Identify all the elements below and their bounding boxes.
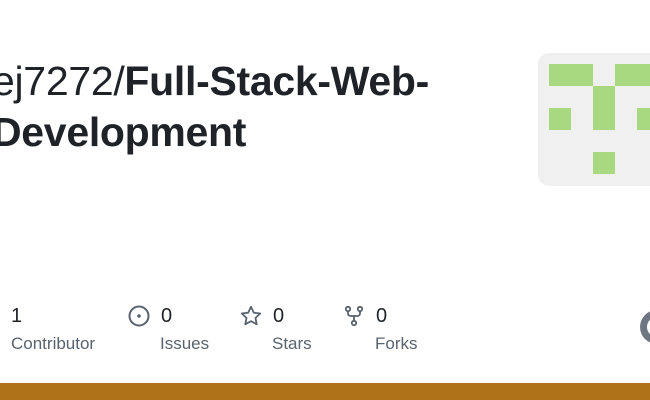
star-icon xyxy=(239,304,263,328)
contributors-label: Contributor xyxy=(11,334,96,353)
contributors-count: 1 xyxy=(11,304,23,327)
stat-forks[interactable]: 0 Forks xyxy=(342,302,418,354)
repo-title[interactable]: ej7272/Full-Stack-Web- Development xyxy=(0,56,512,158)
repo-stats: 1 Contributor 0 Issues 0 Stars 0 Forks xyxy=(0,302,650,362)
forks-label: Forks xyxy=(375,334,418,353)
avatar-pixel xyxy=(615,64,650,86)
repo-name-part-2[interactable]: Development xyxy=(0,107,512,158)
stat-row: 0 xyxy=(239,302,312,330)
repo-forked-icon xyxy=(342,304,366,328)
stat-contributors[interactable]: 1 Contributor xyxy=(11,302,95,354)
issues-label: Issues xyxy=(160,334,210,353)
stat-stars[interactable]: 0 Stars xyxy=(239,302,312,354)
avatar-pixel xyxy=(593,152,615,174)
repo-name-part-1[interactable]: Full-Stack-Web- xyxy=(124,58,429,104)
issues-count: 0 xyxy=(161,304,173,327)
stat-row: 0 xyxy=(342,302,418,330)
issue-opened-icon xyxy=(127,304,151,328)
avatar-pixel xyxy=(593,108,615,130)
avatar-pixel xyxy=(593,86,615,108)
avatar-pixel xyxy=(549,64,571,86)
repo-owner[interactable]: ej7272 xyxy=(0,58,114,104)
stars-count: 0 xyxy=(273,304,285,327)
repo-separator: / xyxy=(113,58,125,104)
stat-row: 1 xyxy=(11,302,95,330)
stat-issues[interactable]: 0 Issues xyxy=(127,302,209,354)
avatar-pixel xyxy=(549,108,571,130)
avatar-pixel xyxy=(571,64,593,86)
avatar-pixel xyxy=(637,108,650,130)
repo-title-line-1: ej7272/Full-Stack-Web- xyxy=(0,56,512,107)
forks-count: 0 xyxy=(376,304,388,327)
stat-row: 0 xyxy=(127,302,209,330)
language-bar xyxy=(0,383,650,400)
owner-avatar[interactable] xyxy=(538,53,650,186)
stars-label: Stars xyxy=(272,334,312,353)
